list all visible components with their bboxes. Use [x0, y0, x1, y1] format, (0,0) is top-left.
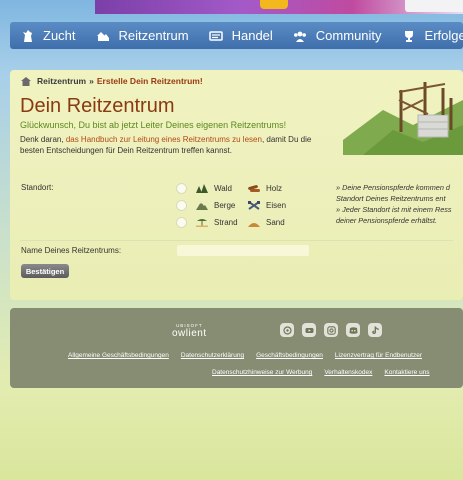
nav-community[interactable]: Community: [283, 22, 392, 49]
breadcrumb-home[interactable]: Reitzentrum: [37, 76, 86, 86]
location-info-line: » Deine Pensionspferde kommen d: [336, 183, 450, 192]
location-name: Strand: [214, 218, 238, 227]
location-option-berge: Berge Eisen: [176, 197, 286, 214]
instagram-icon[interactable]: [324, 323, 338, 337]
location-info-line: Standort Deines Reitzentrums ent: [336, 194, 446, 203]
location-info-line: » Jeder Standort ist mit einem Ress: [336, 205, 452, 214]
top-banner[interactable]: [95, 0, 463, 14]
construction-site-illustration: [343, 82, 463, 155]
nav-erfolge[interactable]: Erfolge: [392, 22, 463, 49]
location-option-strand: Strand Sand: [176, 214, 286, 231]
forest-icon: [196, 184, 208, 193]
location-label: Standort:: [21, 183, 54, 192]
footer-link-kontakt[interactable]: Kontaktiere uns: [384, 369, 429, 376]
trophy-icon: [402, 28, 417, 43]
intro-text: Denk daran, das Handbuch zur Leitung ein…: [20, 134, 330, 156]
iron-icon: [248, 201, 260, 210]
nav-label: Reitzentrum: [118, 28, 189, 43]
discord-icon[interactable]: [346, 323, 360, 337]
main-navigation: Zucht Reitzentrum Handel Community Erfol…: [10, 22, 463, 49]
nav-zucht[interactable]: Zucht: [10, 22, 86, 49]
footer-link-datenschutz[interactable]: Datenschutzerklärung: [181, 352, 244, 359]
location-info-line: deiner Pensionspferde erhältst.: [336, 216, 438, 225]
resource-name: Eisen: [266, 201, 287, 210]
resource-name: Holz: [266, 184, 283, 193]
page-subtitle: Glückwunsch, Du bist ab jetzt Leiter Dei…: [20, 120, 287, 130]
nav-label: Erfolge: [424, 28, 463, 43]
footer-links-row-2: Datenschutzhinweise zur Werbung Verhalte…: [212, 369, 442, 376]
breadcrumb-current: Erstelle Dein Reitzentrum!: [96, 76, 203, 86]
confirm-button[interactable]: Bestätigen: [21, 264, 69, 278]
community-icon: [293, 28, 308, 43]
brand-big-text: owlient: [172, 328, 207, 339]
nav-reitzentrum[interactable]: Reitzentrum: [86, 22, 199, 49]
location-radio-strand[interactable]: [176, 217, 187, 228]
handbook-link[interactable]: das Handbuch zur Leitung eines Reitzentr…: [66, 135, 262, 144]
location-name: Wald: [214, 184, 232, 193]
nav-label: Community: [315, 28, 382, 43]
location-radio-wald[interactable]: [176, 183, 187, 194]
ubisoft-owlient-logo[interactable]: UBISOFT owlient: [172, 323, 207, 339]
tiktok-icon[interactable]: [368, 323, 382, 337]
page-title: Dein Reitzentrum: [20, 95, 175, 117]
wood-icon: [248, 184, 260, 193]
form-divider: [20, 240, 453, 241]
nav-label: Zucht: [43, 28, 76, 43]
beach-icon: [196, 218, 208, 227]
reitzentrum-panel: Reitzentrum » Erstelle Dein Reitzentrum!…: [10, 70, 463, 300]
banner-card: [405, 0, 463, 12]
footer-link-werbung[interactable]: Datenschutzhinweise zur Werbung: [212, 369, 312, 376]
horse-head-icon: [20, 28, 35, 43]
stable-icon: [96, 28, 111, 43]
mountain-icon: [196, 201, 208, 210]
footer: UBISOFT owlient Allgemeine Geschäftsbedi…: [10, 308, 463, 388]
resource-name: Sand: [266, 218, 285, 227]
footer-link-agb[interactable]: Allgemeine Geschäftsbedingungen: [68, 352, 169, 359]
social-links: [280, 323, 390, 337]
nav-label: Handel: [231, 28, 273, 43]
location-name: Berge: [214, 201, 236, 210]
center-name-input[interactable]: [177, 245, 309, 256]
trade-icon: [209, 28, 224, 43]
location-option-wald: Wald Holz: [176, 180, 286, 197]
breadcrumb: Reitzentrum » Erstelle Dein Reitzentrum!: [21, 76, 203, 86]
sand-icon: [248, 218, 260, 227]
banner-play-button[interactable]: [260, 0, 288, 9]
footer-links-row-1: Allgemeine Geschäftsbedingungen Datensch…: [68, 352, 434, 359]
intro-text-before: Denk daran,: [20, 135, 66, 144]
breadcrumb-separator: »: [89, 76, 94, 86]
youtube-icon[interactable]: [302, 323, 316, 337]
nav-handel[interactable]: Handel: [199, 22, 283, 49]
footer-link-lizenzvertrag[interactable]: Lizenzvertrag für Endbenutzer: [335, 352, 422, 359]
home-icon: [21, 76, 31, 86]
location-info: » Deine Pensionspferde kommen d Standort…: [336, 182, 463, 226]
footer-link-verhaltenskodex[interactable]: Verhaltenskodex: [324, 369, 372, 376]
center-name-label: Name Deines Reitzentrums:: [21, 246, 122, 255]
location-options: Wald Holz Berge Eisen Strand Sand: [176, 180, 286, 231]
footer-link-geschaeftsbedingungen[interactable]: Geschäftsbedingungen: [256, 352, 323, 359]
location-radio-berge[interactable]: [176, 200, 187, 211]
social-instagram-like-icon[interactable]: [280, 323, 294, 337]
